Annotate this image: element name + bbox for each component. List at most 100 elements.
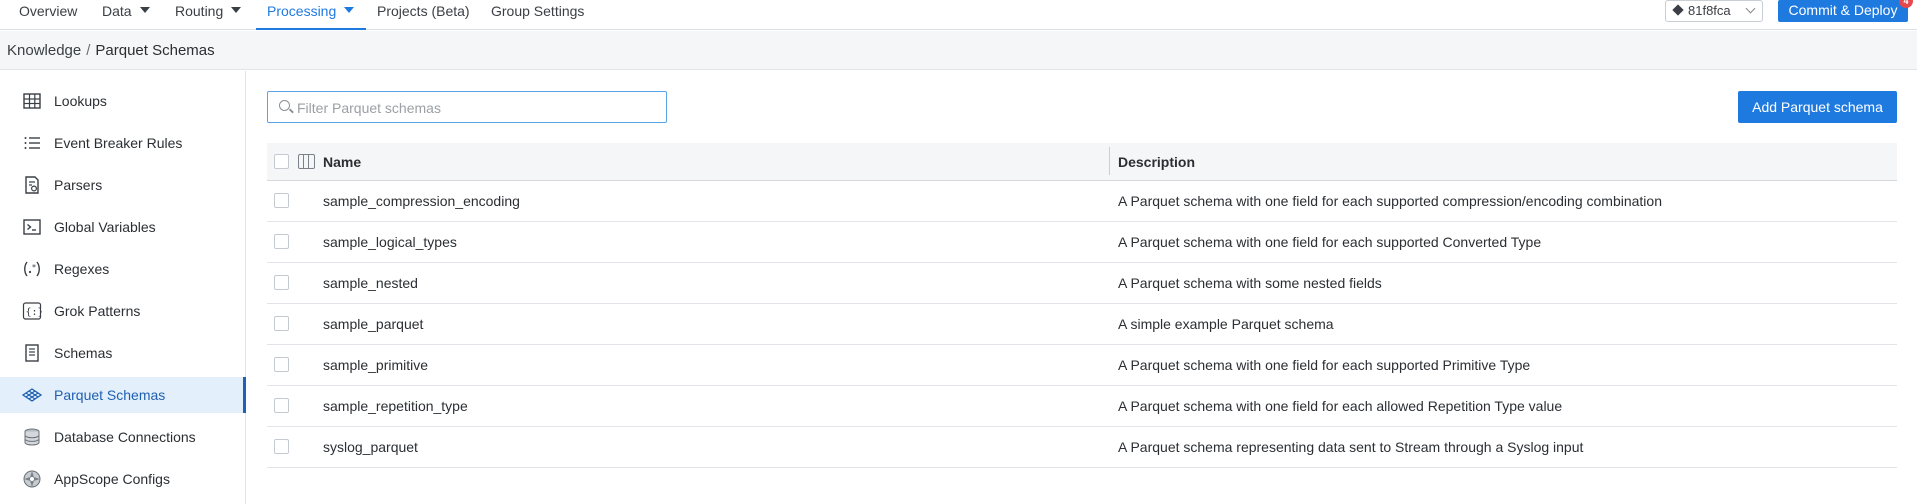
nav-data-label: Data: [102, 3, 132, 19]
cell-description: A Parquet schema with one field for each…: [1118, 357, 1531, 373]
commit-deploy-label: Commit & Deploy: [1788, 2, 1898, 18]
table-row[interactable]: sample_compression_encoding A Parquet sc…: [267, 181, 1897, 222]
sidebar-item-appscope-configs[interactable]: AppScope Configs: [0, 461, 246, 497]
breadcrumb-current: Parquet Schemas: [95, 42, 215, 59]
table-row[interactable]: sample_repetition_type A Parquet schema …: [267, 386, 1897, 427]
sidebar-item-lookups[interactable]: Lookups: [0, 83, 246, 119]
sidebar-item-schemas[interactable]: Schemas: [0, 335, 246, 371]
notification-badge: 4: [1899, 0, 1913, 8]
sidebar-item-label: Grok Patterns: [54, 303, 141, 319]
sidebar-item-regexes[interactable]: * Regexes: [0, 251, 246, 287]
cell-description: A Parquet schema representing data sent …: [1118, 439, 1584, 455]
add-parquet-schema-button[interactable]: Add Parquet schema: [1738, 91, 1897, 123]
terminal-icon: [23, 219, 41, 235]
sidebar-item-global-variables[interactable]: Global Variables: [0, 209, 246, 245]
columns-icon[interactable]: [298, 154, 315, 169]
cell-description: A Parquet schema with one field for each…: [1118, 193, 1662, 209]
top-nav: Overview Data Routing Processing Project…: [0, 0, 1917, 30]
cell-name[interactable]: sample_nested: [323, 275, 418, 291]
commit-hash: 81f8fca: [1688, 3, 1731, 18]
commit-deploy-button[interactable]: Commit & Deploy: [1778, 0, 1908, 22]
table-row[interactable]: sample_logical_types A Parquet schema wi…: [267, 222, 1897, 263]
nav-processing-label: Processing: [267, 3, 337, 19]
sidebar-item-label: Database Connections: [54, 429, 196, 445]
table-row[interactable]: sample_nested A Parquet schema with some…: [267, 263, 1897, 304]
nav-processing[interactable]: Processing: [256, 0, 366, 30]
caret-down-icon: [139, 7, 150, 14]
sidebar-item-label: Parsers: [54, 177, 103, 193]
sidebar-item-label: AppScope Configs: [54, 471, 170, 487]
appscope-icon: [23, 470, 41, 488]
sidebar-item-label: Parquet Schemas: [54, 387, 166, 403]
row-checkbox[interactable]: [274, 357, 289, 372]
nav-group-settings[interactable]: Group Settings: [491, 0, 584, 30]
database-icon: [24, 428, 40, 446]
commit-select[interactable]: 81f8fca: [1665, 0, 1763, 22]
chevron-down-icon: [1745, 3, 1756, 14]
sidebar-item-label: Lookups: [54, 93, 107, 109]
nav-overview-label: Overview: [19, 3, 78, 19]
nav-group-settings-label: Group Settings: [491, 3, 585, 19]
sidebar-item-label: Schemas: [54, 345, 113, 361]
nav-overview[interactable]: Overview: [19, 0, 77, 30]
table-row[interactable]: syslog_parquet A Parquet schema represen…: [267, 427, 1897, 468]
svg-text:{:}: {:}: [26, 307, 43, 318]
cell-name[interactable]: sample_parquet: [323, 316, 423, 332]
cell-name[interactable]: sample_primitive: [323, 357, 428, 373]
table-header: Name Description: [267, 143, 1897, 181]
select-all-checkbox[interactable]: [274, 154, 289, 169]
sidebar-item-database-connections[interactable]: Database Connections: [0, 419, 246, 455]
regex-icon: *: [24, 261, 40, 277]
cell-name[interactable]: sample_logical_types: [323, 234, 457, 250]
column-header-description[interactable]: Description: [1118, 154, 1195, 170]
breadcrumb-knowledge[interactable]: Knowledge: [7, 42, 81, 59]
cell-name[interactable]: syslog_parquet: [323, 439, 418, 455]
list-icon: [24, 137, 40, 149]
row-checkbox[interactable]: [274, 275, 289, 290]
braces-icon: {:}: [22, 302, 43, 320]
cell-description: A Parquet schema with one field for each…: [1118, 234, 1542, 250]
add-parquet-schema-label: Add Parquet schema: [1752, 99, 1883, 115]
row-checkbox[interactable]: [274, 316, 289, 331]
search-icon: [279, 100, 290, 111]
cell-description: A Parquet schema with some nested fields: [1118, 275, 1382, 291]
sidebar-item-label: Global Variables: [54, 219, 156, 235]
nav-projects[interactable]: Projects (Beta): [377, 0, 470, 30]
row-checkbox[interactable]: [274, 193, 289, 208]
cell-name[interactable]: sample_compression_encoding: [323, 193, 520, 209]
sidebar-item-label: Event Breaker Rules: [54, 135, 183, 151]
parser-doc-icon: [25, 176, 39, 194]
nav-routing-label: Routing: [175, 3, 224, 19]
caret-down-icon: [231, 7, 242, 14]
row-checkbox[interactable]: [274, 234, 289, 249]
cell-description: A Parquet schema with one field for each…: [1118, 398, 1563, 414]
parquet-icon: [22, 388, 42, 402]
cell-name[interactable]: sample_repetition_type: [323, 398, 468, 414]
column-header-name[interactable]: Name: [323, 154, 361, 170]
nav-data[interactable]: Data: [102, 0, 150, 30]
filter-parquet-schemas-field[interactable]: [267, 91, 667, 123]
sidebar-item-event-breaker-rules[interactable]: Event Breaker Rules: [0, 125, 246, 161]
row-checkbox[interactable]: [274, 398, 289, 413]
row-checkbox[interactable]: [274, 439, 289, 454]
sidebar-item-parsers[interactable]: Parsers: [0, 167, 246, 203]
sidebar: Lookups Event Breaker Rules Parsers Glob…: [0, 71, 246, 504]
nav-projects-label: Projects (Beta): [377, 3, 470, 19]
breadcrumb-bar: Knowledge / Parquet Schemas: [0, 31, 1917, 70]
table-row[interactable]: sample_parquet A simple example Parquet …: [267, 304, 1897, 345]
sidebar-item-grok-patterns[interactable]: {:} Grok Patterns: [0, 293, 246, 329]
breadcrumb: Knowledge / Parquet Schemas: [7, 42, 215, 59]
sidebar-item-parquet-schemas[interactable]: Parquet Schemas: [0, 377, 246, 413]
table-row[interactable]: sample_primitive A Parquet schema with o…: [267, 345, 1897, 386]
nav-routing[interactable]: Routing: [175, 0, 242, 30]
git-commit-icon: [1672, 4, 1684, 16]
column-divider[interactable]: [1109, 147, 1110, 175]
cell-description: A simple example Parquet schema: [1118, 316, 1334, 332]
sidebar-item-label: Regexes: [54, 261, 110, 277]
svg-text:*: *: [32, 263, 36, 272]
filter-input[interactable]: [297, 98, 657, 118]
breadcrumb-separator: /: [86, 42, 91, 59]
schema-doc-icon: [25, 344, 39, 362]
caret-down-icon: [344, 7, 355, 14]
table-icon: [23, 93, 41, 109]
